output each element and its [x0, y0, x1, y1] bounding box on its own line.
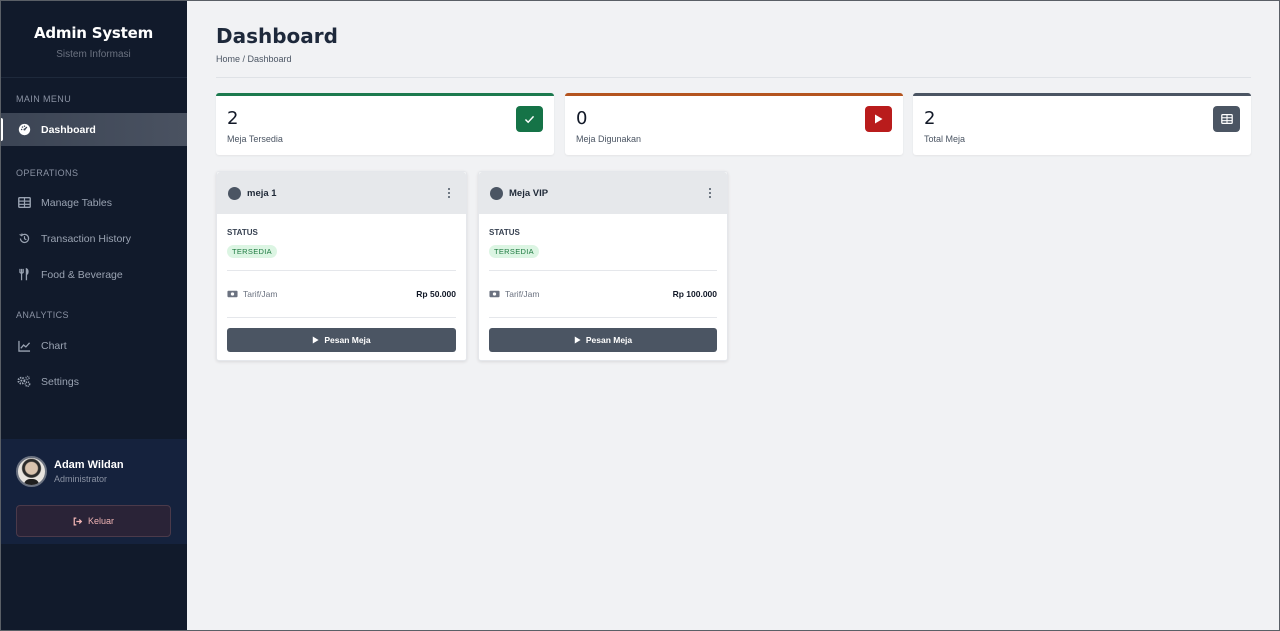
stat-card-available: 2 Meja Tersedia	[216, 93, 554, 155]
gears-icon	[17, 375, 31, 389]
gauge-icon	[17, 123, 31, 137]
button-label: Pesan Meja	[585, 335, 633, 345]
more-options-icon[interactable]	[704, 186, 716, 200]
status-badge: TERSEDIA	[227, 245, 277, 258]
section-main-menu: MAIN MENU	[16, 94, 72, 104]
play-icon	[865, 106, 892, 132]
money-icon	[227, 290, 238, 298]
brand-title: Admin System	[33, 24, 154, 42]
user-role: Administrator	[54, 474, 108, 484]
table-icon	[1213, 106, 1240, 132]
sidebar-item-label: Manage Tables	[41, 196, 113, 209]
breadcrumb: Home / Dashboard	[216, 54, 292, 64]
sign-out-icon	[73, 517, 83, 525]
stat-label: Meja Tersedia	[227, 134, 283, 144]
stat-value: 2	[227, 108, 239, 129]
card-header: Meja VIP	[479, 172, 727, 214]
sidebar-item-food-beverage[interactable]: Food & Beverage	[0, 258, 187, 291]
line-chart-icon	[17, 339, 31, 353]
logout-label: Keluar	[87, 516, 114, 526]
status-badge: TERSEDIA	[489, 245, 539, 258]
sidebar-item-settings[interactable]: Settings	[0, 365, 187, 398]
rate-label: Tarif/Jam	[505, 289, 540, 299]
main-content: Dashboard Home / Dashboard 2 Meja Tersed…	[187, 0, 1280, 631]
sidebar-item-label: Chart	[41, 339, 67, 352]
money-icon	[489, 290, 500, 298]
play-icon	[313, 336, 319, 344]
page-title: Dashboard	[216, 24, 338, 48]
stat-value: 0	[576, 108, 588, 129]
book-table-button[interactable]: Pesan Meja	[227, 328, 456, 352]
logout-button[interactable]: Keluar	[16, 505, 171, 537]
table-name: Meja VIP	[509, 187, 549, 199]
stat-label: Meja Digunakan	[576, 134, 642, 144]
stat-value: 2	[924, 108, 936, 129]
brand: Admin System Sistem Informasi	[0, 0, 187, 78]
divider	[216, 77, 1251, 78]
status-dot	[228, 186, 241, 200]
stat-label: Total Meja	[924, 134, 966, 144]
sidebar-item-label: Food & Beverage	[41, 268, 123, 281]
user-info: Adam Wildan Administrator	[16, 456, 171, 487]
table-card: meja 1 STATUS TERSEDIA Tarif/Jam Rp 50.0…	[216, 171, 467, 361]
avatar[interactable]	[16, 456, 47, 487]
user-panel: Adam Wildan Administrator Keluar	[0, 439, 187, 544]
button-label: Pesan Meja	[324, 335, 371, 345]
check-icon	[516, 106, 543, 132]
user-name: Adam Wildan	[54, 459, 124, 471]
divider	[227, 317, 456, 318]
history-icon	[17, 232, 31, 246]
table-name: meja 1	[247, 187, 277, 199]
utensils-icon	[17, 268, 31, 282]
card-header: meja 1	[217, 172, 466, 214]
section-operations: OPERATIONS	[16, 168, 79, 178]
sidebar-item-label: Settings	[41, 375, 79, 388]
sidebar-item-manage-tables[interactable]: Manage Tables	[0, 186, 187, 219]
brand-subtitle: Sistem Informasi	[56, 49, 131, 60]
rate-label: Tarif/Jam	[243, 289, 278, 299]
divider	[489, 317, 717, 318]
sidebar-item-label: Transaction History	[41, 232, 132, 245]
play-icon	[574, 336, 581, 344]
status-label: STATUS	[489, 228, 520, 237]
rate-value: Rp 100.000	[672, 289, 717, 299]
stat-card-in-use: 0 Meja Digunakan	[565, 93, 903, 155]
sidebar-item-chart[interactable]: Chart	[0, 329, 187, 362]
table-card: Meja VIP STATUS TERSEDIA Tarif/Jam Rp 10…	[478, 171, 728, 361]
sidebar-item-label: Dashboard	[41, 123, 96, 136]
sidebar-item-dashboard[interactable]: Dashboard	[0, 113, 187, 146]
book-table-button[interactable]: Pesan Meja	[489, 328, 717, 352]
rate-row: Tarif/Jam Rp 50.000	[227, 271, 456, 317]
section-analytics: ANALYTICS	[16, 310, 69, 320]
sidebar-item-transaction-history[interactable]: Transaction History	[0, 222, 187, 255]
rate-value: Rp 50.000	[416, 289, 456, 299]
more-options-icon[interactable]	[443, 186, 455, 200]
stat-card-total: 2 Total Meja	[913, 93, 1251, 155]
rate-row: Tarif/Jam Rp 100.000	[489, 271, 717, 317]
table-icon	[17, 196, 31, 210]
sidebar: Admin System Sistem Informasi MAIN MENU …	[0, 0, 187, 631]
status-label: STATUS	[227, 228, 258, 237]
status-dot	[490, 186, 503, 200]
